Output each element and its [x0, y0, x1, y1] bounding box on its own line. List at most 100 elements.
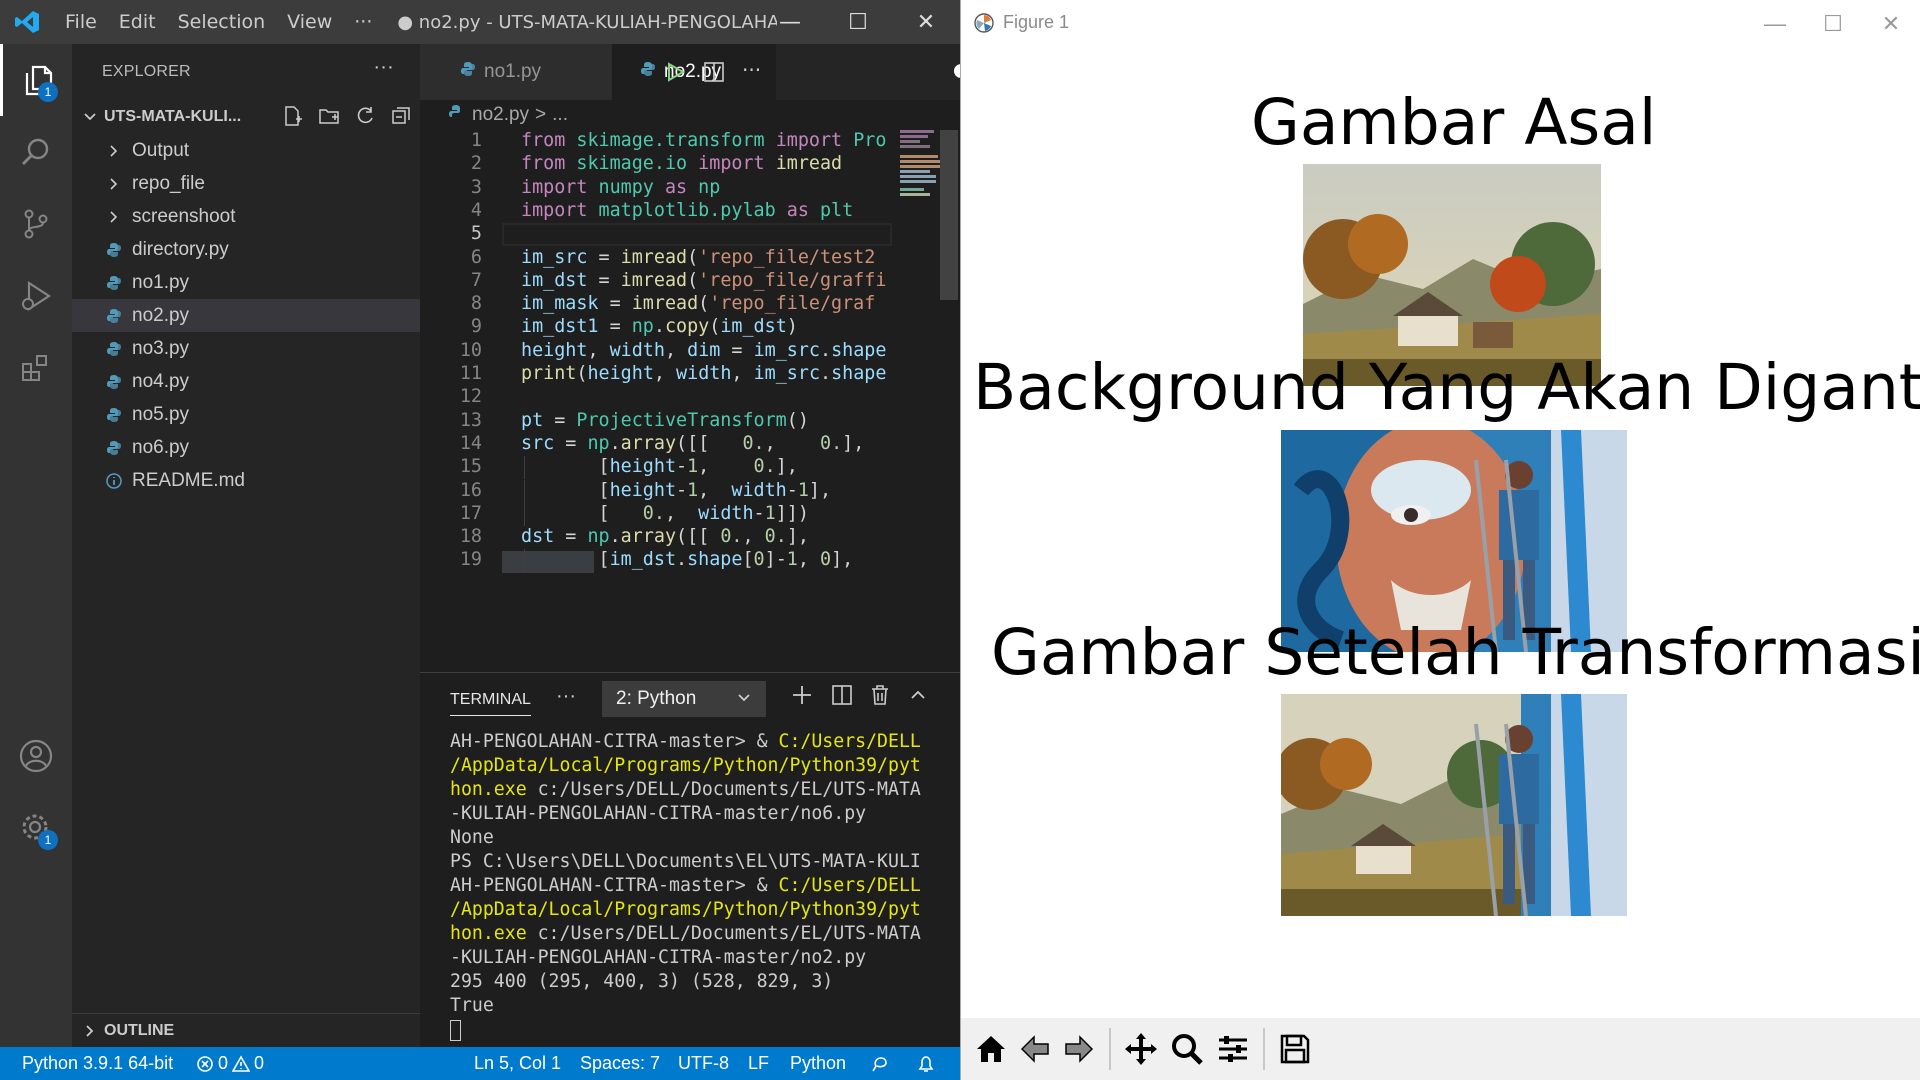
maximize-button[interactable]: ☐: [824, 0, 892, 44]
workspace-folder-header[interactable]: UTS-MATA-KULI...: [72, 100, 420, 134]
source-control-button[interactable]: [0, 188, 72, 260]
tab-terminal[interactable]: TERMINAL: [450, 691, 531, 716]
figure-toolbar: [961, 1018, 1920, 1080]
figure-canvas[interactable]: Gambar Asal Background Yang Akan Digant …: [961, 46, 1920, 1018]
code-line[interactable]: 19 [im_dst.shape[0]-1, 0],: [420, 549, 960, 574]
code-token: 0: [820, 549, 832, 571]
tree-file-item[interactable]: no5.py: [72, 398, 420, 431]
code-line[interactable]: 11 print(height, width, im_src.shape: [420, 363, 960, 386]
zoom-button[interactable]: [1165, 1026, 1209, 1072]
code-line[interactable]: 12: [420, 386, 960, 409]
tree-file-item[interactable]: README.md: [72, 464, 420, 497]
breadcrumb-file[interactable]: no2.py: [472, 104, 529, 126]
code-editor[interactable]: 1 from skimage.transform import Pro 2 from …: [420, 130, 960, 672]
configure-subplots-button[interactable]: [1211, 1026, 1255, 1072]
line-number: 8: [470, 293, 482, 315]
home-button[interactable]: [969, 1026, 1013, 1072]
extensions-button[interactable]: [0, 332, 72, 404]
tree-file-item[interactable]: no1.py: [72, 266, 420, 299]
code-line[interactable]: 9 im_dst1 = np.copy(im_dst): [420, 316, 960, 339]
line-number: 1: [470, 130, 482, 151]
forward-button[interactable]: [1057, 1026, 1101, 1072]
panel-more-button[interactable]: ···: [556, 685, 576, 708]
figure-maximize-button[interactable]: ☐: [1803, 6, 1863, 42]
code-line[interactable]: 4 import matplotlib.pylab as plt: [420, 200, 960, 223]
line-number: 5: [470, 223, 482, 245]
end-of-line[interactable]: LF: [748, 1053, 769, 1074]
menu-selection[interactable]: Selection: [167, 11, 277, 33]
feedback-icon[interactable]: [870, 1054, 890, 1074]
menu-more[interactable]: ···: [343, 11, 383, 33]
tree-file-item[interactable]: no3.py: [72, 332, 420, 365]
bell-icon[interactable]: [916, 1054, 936, 1074]
terminal-selector[interactable]: 2: Python: [602, 681, 766, 717]
cursor-position[interactable]: Ln 5, Col 1: [474, 1053, 561, 1074]
split-terminal-icon[interactable]: [830, 683, 854, 707]
trash-icon[interactable]: [868, 683, 892, 707]
collapse-all-icon[interactable]: [390, 105, 412, 127]
code-line[interactable]: 10 height, width, dim = im_src.shape: [420, 340, 960, 363]
refresh-icon[interactable]: [354, 105, 376, 127]
tree-file-item[interactable]: no4.py: [72, 365, 420, 398]
problems-indicator[interactable]: 0 0: [196, 1053, 264, 1074]
menu-view[interactable]: View: [276, 11, 343, 33]
new-folder-icon[interactable]: [318, 105, 340, 127]
breadcrumb-separator: >: [535, 104, 547, 125]
code-line[interactable]: 2 from skimage.io import imread: [420, 153, 960, 176]
tree-folder-item[interactable]: Output: [72, 134, 420, 167]
tree-folder-item[interactable]: screenshoot: [72, 200, 420, 233]
accounts-button[interactable]: [0, 720, 72, 792]
code-line[interactable]: 8 im_mask = imread('repo_file/graf: [420, 293, 960, 316]
figure-minimize-button[interactable]: —: [1745, 6, 1805, 42]
close-button[interactable]: ✕: [892, 0, 960, 44]
split-editor-icon[interactable]: [702, 60, 726, 84]
explorer-button[interactable]: 1: [0, 44, 72, 116]
code-line[interactable]: 5: [420, 223, 960, 247]
language-mode[interactable]: Python: [790, 1053, 846, 1074]
tree-file-item[interactable]: directory.py: [72, 233, 420, 266]
run-debug-button[interactable]: [0, 260, 72, 332]
code-line[interactable]: 1 from skimage.transform import Pro: [420, 130, 960, 153]
code-line[interactable]: 3 import numpy as np: [420, 177, 960, 200]
terminal-cursor: [450, 1019, 461, 1041]
code-line[interactable]: 18 dst = np.array([[ 0., 0.],: [420, 526, 960, 549]
code-line[interactable]: 14 src = np.array([[ 0., 0.],: [420, 433, 960, 456]
line-number: 10: [459, 339, 482, 361]
editor-scrollbar[interactable]: [940, 130, 958, 300]
chevron-up-icon[interactable]: [906, 683, 930, 707]
editor-more-button[interactable]: ···: [742, 58, 761, 82]
menu-file[interactable]: File: [54, 11, 108, 33]
tree-file-item[interactable]: no2.py: [72, 299, 420, 332]
save-figure-button[interactable]: [1273, 1026, 1317, 1072]
python-interpreter[interactable]: Python 3.9.1 64-bit: [22, 1053, 173, 1074]
terminal-prompt-line[interactable]: [450, 1019, 950, 1043]
code-line[interactable]: 15 [height-1, 0.],: [420, 456, 960, 480]
manage-button[interactable]: 1: [0, 792, 72, 864]
code-line[interactable]: 17 [ 0., width-1]]): [420, 502, 960, 526]
new-file-icon[interactable]: [282, 105, 304, 127]
outline-section-header[interactable]: OUTLINE: [72, 1013, 420, 1047]
pan-button[interactable]: [1119, 1026, 1163, 1072]
tree-file-item[interactable]: no6.py: [72, 431, 420, 464]
new-terminal-icon[interactable]: [790, 683, 814, 707]
explorer-sidebar: EXPLORER ··· UTS-MATA-KULI... Output repo…: [72, 44, 420, 1047]
search-button[interactable]: [0, 116, 72, 188]
figure-close-button[interactable]: ✕: [1861, 6, 1920, 42]
breadcrumb-more[interactable]: ...: [552, 104, 568, 126]
indentation[interactable]: Spaces: 7: [580, 1053, 660, 1074]
back-button[interactable]: [1013, 1026, 1057, 1072]
minimize-button[interactable]: —: [756, 0, 824, 44]
code-line[interactable]: 13 pt = ProjectiveTransform(): [420, 410, 960, 433]
python-file-icon: [104, 275, 124, 291]
code-line[interactable]: 6 im_src = imread('repo_file/test2: [420, 247, 960, 270]
run-python-icon[interactable]: [663, 60, 687, 84]
encoding[interactable]: UTF-8: [678, 1053, 729, 1074]
code-line[interactable]: 16 [height-1, width-1],: [420, 479, 960, 503]
python-file-icon: [104, 407, 124, 423]
menu-edit[interactable]: Edit: [108, 11, 167, 33]
explorer-more-button[interactable]: ···: [373, 56, 394, 79]
tab-no1-py[interactable]: no1.py: [420, 44, 612, 100]
code-line[interactable]: 7 im_dst = imread('repo_file/graffi: [420, 270, 960, 293]
tree-folder-item[interactable]: repo_file: [72, 167, 420, 200]
terminal-output[interactable]: AH-PENGOLAHAN-CITRA-master> & C:/Users/D…: [450, 731, 950, 1043]
